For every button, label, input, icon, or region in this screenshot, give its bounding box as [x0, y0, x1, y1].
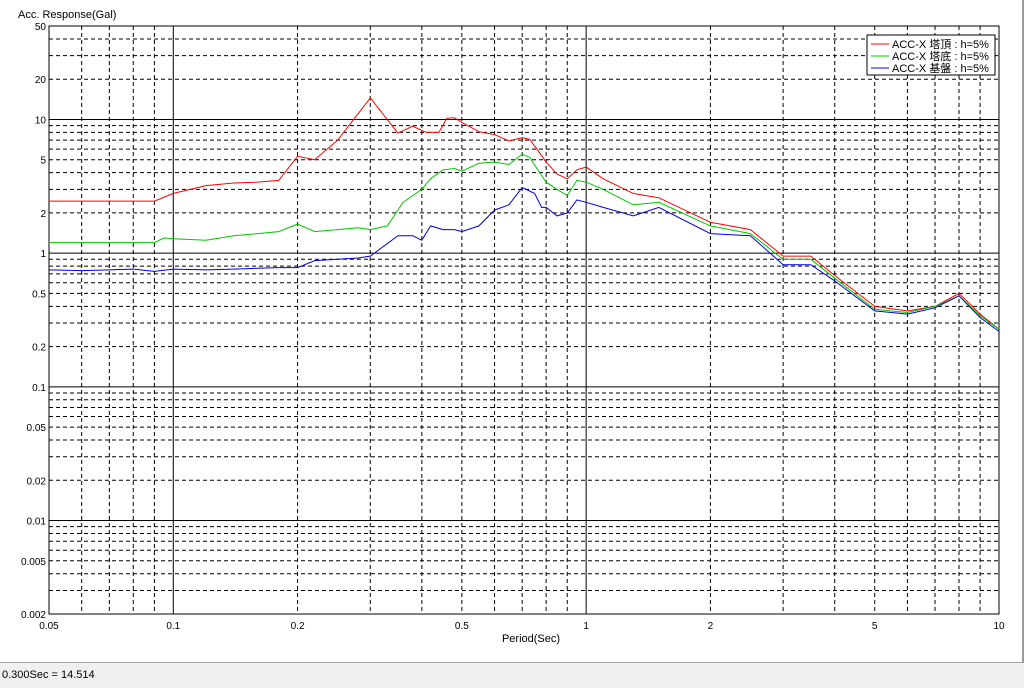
legend-label-foundation: ACC-X 基盤 : h=5% [892, 62, 989, 75]
x-tick-label: 10 [993, 621, 1005, 632]
y-axis-title: Acc. Response(Gal) [18, 9, 116, 21]
status-readout: 0.300Sec = 14.514 [2, 669, 95, 681]
y-tick-label: 20 [35, 75, 47, 86]
response-spectrum-plot[interactable]: 0.05 0.1 0.2 0.5 1 2 5 10 0.002 0.005 0.01 0.02 0.05… [0, 0, 1024, 662]
chart-svg: 0.05 0.1 0.2 0.5 1 2 5 10 0.002 0.005 0.01 0.02 0.05… [18, 9, 1005, 645]
app-window: 0.05 0.1 0.2 0.5 1 2 5 10 0.002 0.005 0.01 0.02 0.05… [0, 0, 1024, 688]
y-tick-label: 10 [35, 115, 47, 126]
y-tick-label: 0.02 [27, 476, 47, 487]
legend-label-tower-bottom: ACC-X 塔底 : h=5% [892, 49, 989, 63]
x-tick-label: 0.1 [166, 621, 180, 632]
x-tick-label: 0.5 [455, 621, 469, 632]
x-tick-label: 2 [708, 621, 714, 632]
y-tick-label: 0.05 [27, 423, 47, 434]
status-bar: 0.300Sec = 14.514 [0, 662, 1024, 688]
y-tick-label: 0.002 [21, 610, 46, 621]
legend: ACC-X 塔頂 : h=5% ACC-X 塔底 : h=5% ACC-X 基盤… [866, 34, 996, 76]
y-tick-label: 0.1 [32, 383, 46, 394]
plot-frame [48, 25, 1000, 615]
y-tick-label: 0.01 [27, 517, 47, 528]
x-axis-title: Period(Sec) [502, 633, 560, 645]
x-tick-label: 0.05 [39, 621, 59, 632]
x-tick-label: 1 [583, 621, 589, 632]
y-tick-label: 0.2 [32, 343, 46, 354]
legend-label-tower-top: ACC-X 塔頂 : h=5% [892, 38, 989, 51]
y-tick-label: 1 [40, 249, 46, 260]
y-tick-label: 50 [35, 22, 47, 33]
y-tick-label: 5 [40, 156, 46, 167]
x-tick-label: 0.2 [291, 621, 305, 632]
y-tick-label: 2 [40, 209, 46, 220]
x-tick-label: 5 [872, 621, 878, 632]
y-tick-label: 0.005 [21, 557, 46, 568]
y-tick-label: 0.5 [32, 289, 46, 300]
